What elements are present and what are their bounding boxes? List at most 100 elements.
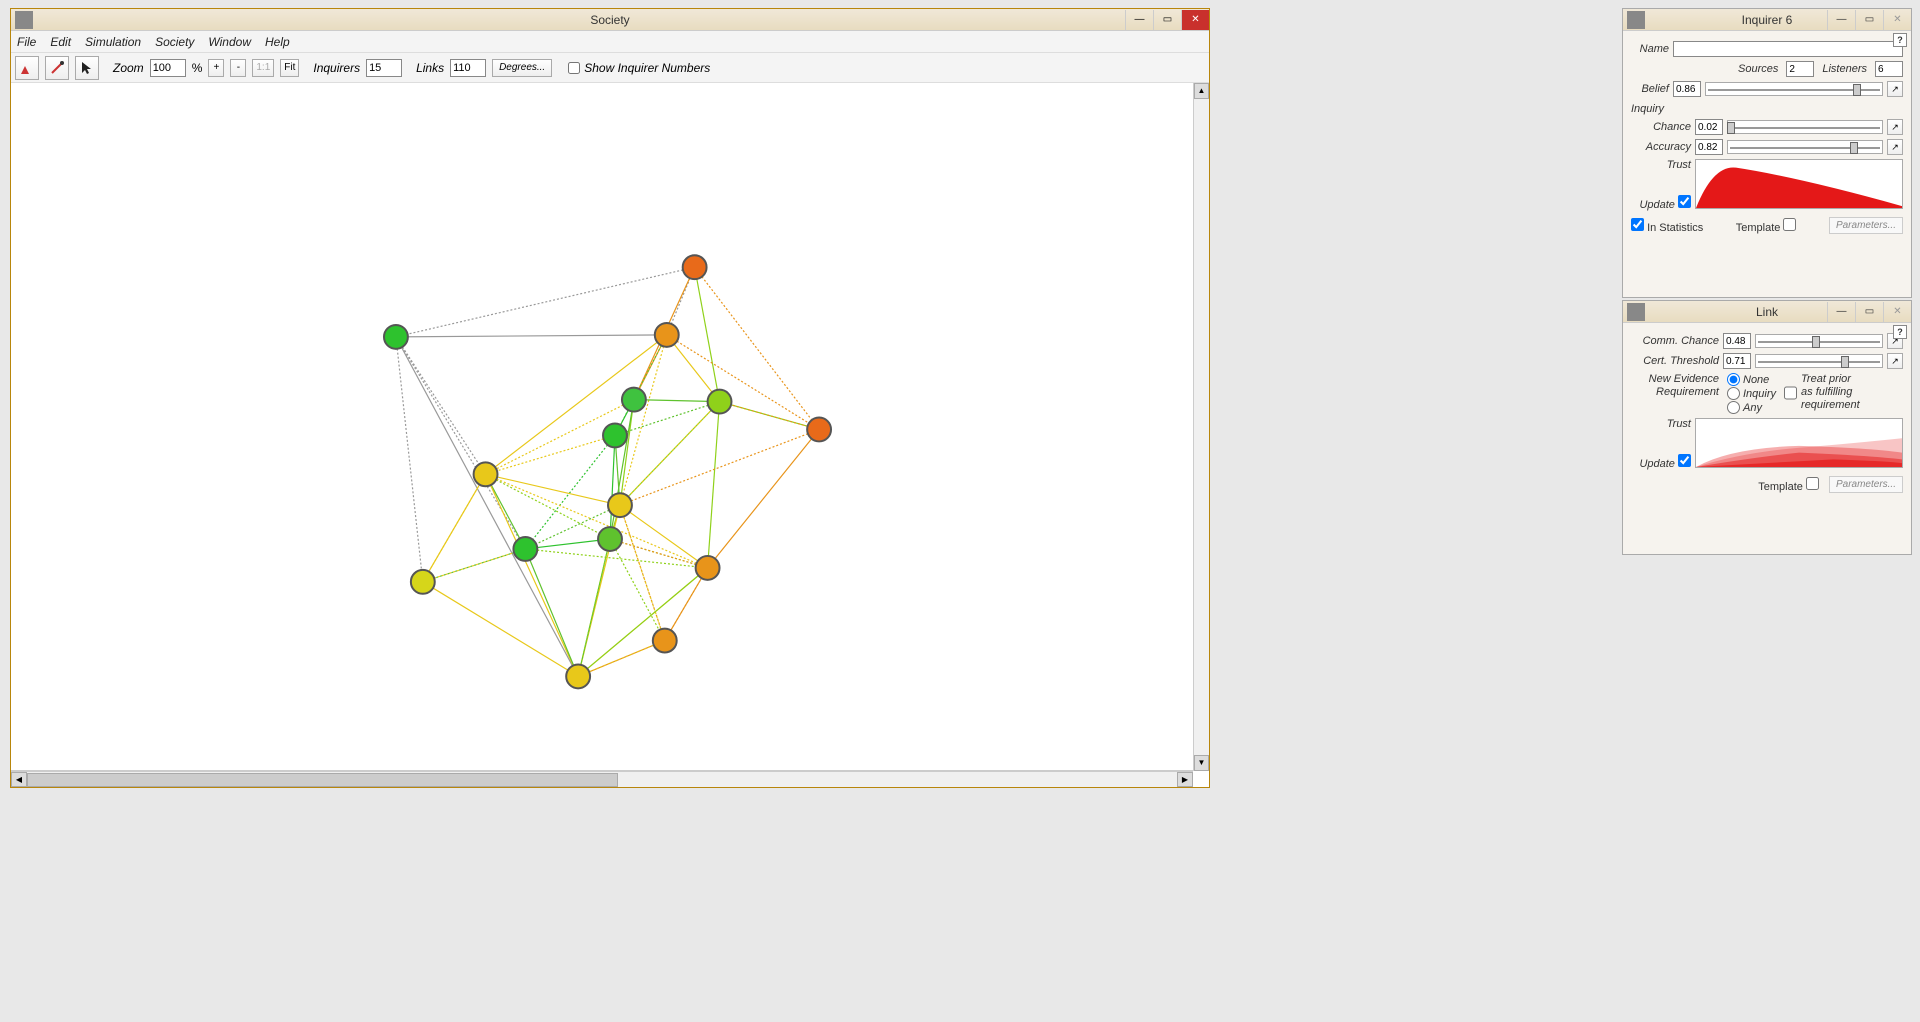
inquirer-node[interactable]	[708, 390, 732, 414]
chance-edit-button[interactable]: ↗	[1887, 119, 1903, 135]
inquirer-node[interactable]	[622, 388, 646, 412]
inquirer-node[interactable]	[384, 325, 408, 349]
minimize-button[interactable]: —	[1125, 10, 1153, 30]
tool-link-icon[interactable]	[45, 56, 69, 80]
links-input[interactable]	[450, 59, 486, 77]
degrees-button[interactable]: Degrees...	[492, 59, 552, 77]
chance-slider[interactable]	[1727, 120, 1883, 134]
edge[interactable]	[610, 539, 708, 568]
zoom-minus-button[interactable]: -	[230, 59, 246, 77]
accuracy-edit-button[interactable]: ↗	[1887, 139, 1903, 155]
show-numbers-input[interactable]	[568, 62, 580, 74]
edge[interactable]	[525, 549, 707, 568]
inquirer-node[interactable]	[683, 255, 707, 279]
edge[interactable]	[423, 474, 486, 582]
link-update-checkbox[interactable]	[1678, 454, 1691, 467]
req-any[interactable]: Any	[1727, 401, 1776, 414]
graph-canvas[interactable]	[11, 83, 1209, 770]
scroll-left-icon[interactable]: ◀	[11, 772, 27, 787]
scroll-down-icon[interactable]: ▼	[1194, 755, 1209, 771]
edge[interactable]	[486, 474, 579, 676]
inquirers-input[interactable]	[366, 59, 402, 77]
inquirer-node[interactable]	[598, 527, 622, 551]
link-params-button[interactable]: Parameters...	[1829, 476, 1903, 493]
req-none[interactable]: None	[1727, 373, 1776, 386]
link-help-button[interactable]: ?	[1893, 325, 1907, 339]
scroll-right-icon[interactable]: ▶	[1177, 772, 1193, 787]
name-input[interactable]	[1673, 41, 1903, 57]
zoom-oneone-button[interactable]: 1:1	[252, 59, 274, 77]
menu-window[interactable]: Window	[208, 35, 251, 49]
cert-edit-button[interactable]: ↗	[1887, 353, 1903, 369]
edge[interactable]	[610, 539, 665, 641]
edge[interactable]	[578, 568, 707, 677]
link-minimize-button[interactable]: —	[1827, 302, 1855, 322]
inquirer-node[interactable]	[474, 462, 498, 486]
edge[interactable]	[620, 335, 667, 505]
edge[interactable]	[396, 267, 695, 337]
menu-society[interactable]: Society	[155, 35, 194, 49]
cert-slider[interactable]	[1755, 354, 1883, 368]
inq-close-button[interactable]: ✕	[1883, 10, 1911, 30]
edge[interactable]	[396, 337, 578, 677]
listeners-input[interactable]	[1875, 61, 1903, 77]
accuracy-value[interactable]	[1695, 139, 1723, 155]
inquirer-titlebar[interactable]: Inquirer 6 — ▭ ✕	[1623, 9, 1911, 31]
inquirer-node[interactable]	[603, 424, 627, 448]
chance-value[interactable]	[1695, 119, 1723, 135]
edge[interactable]	[708, 402, 720, 568]
cert-value[interactable]	[1723, 353, 1751, 369]
sources-input[interactable]	[1786, 61, 1814, 77]
inquirer-node[interactable]	[807, 418, 831, 442]
edge[interactable]	[610, 539, 708, 568]
link-template-checkbox[interactable]: Template	[1758, 477, 1819, 493]
comm-slider[interactable]	[1755, 334, 1883, 348]
link-titlebar[interactable]: Link — ▭ ✕	[1623, 301, 1911, 323]
belief-slider[interactable]	[1705, 82, 1883, 96]
vertical-scrollbar[interactable]: ▲ ▼	[1193, 83, 1209, 771]
inquirer-node[interactable]	[608, 493, 632, 517]
show-numbers-checkbox[interactable]: Show Inquirer Numbers	[568, 61, 710, 75]
inquirer-node[interactable]	[513, 537, 537, 561]
instats-checkbox[interactable]: In Statistics	[1631, 218, 1703, 234]
hscroll-thumb[interactable]	[27, 773, 618, 787]
edge[interactable]	[620, 505, 665, 640]
menu-edit[interactable]: Edit	[50, 35, 71, 49]
inq-params-button[interactable]: Parameters...	[1829, 217, 1903, 234]
edge[interactable]	[708, 429, 820, 567]
tool-draw-icon[interactable]	[15, 56, 39, 80]
zoom-fit-button[interactable]: Fit	[280, 59, 299, 77]
update-checkbox[interactable]	[1678, 195, 1691, 208]
inquirer-node[interactable]	[411, 570, 435, 594]
society-titlebar[interactable]: Society — ▭ ✕	[11, 9, 1209, 31]
edge[interactable]	[396, 337, 486, 474]
menu-simulation[interactable]: Simulation	[85, 35, 141, 49]
edge[interactable]	[620, 400, 634, 506]
edge[interactable]	[396, 337, 423, 582]
inquirer-node[interactable]	[566, 664, 590, 688]
tool-pointer-icon[interactable]	[75, 56, 99, 80]
comm-value[interactable]	[1723, 333, 1751, 349]
menu-help[interactable]: Help	[265, 35, 290, 49]
scroll-up-icon[interactable]: ▲	[1194, 83, 1209, 99]
treat-prior-checkbox[interactable]: Treat prioras fulfillingrequirement	[1784, 373, 1860, 413]
belief-edit-button[interactable]: ↗	[1887, 81, 1903, 97]
belief-value[interactable]	[1673, 81, 1701, 97]
edge[interactable]	[396, 335, 667, 337]
accuracy-slider[interactable]	[1727, 140, 1883, 154]
zoom-plus-button[interactable]: +	[208, 59, 224, 77]
inq-template-checkbox[interactable]: Template	[1736, 218, 1797, 234]
edge[interactable]	[423, 582, 578, 677]
edge[interactable]	[667, 335, 819, 430]
inquirer-node[interactable]	[696, 556, 720, 580]
edge[interactable]	[486, 474, 620, 505]
req-inquiry[interactable]: Inquiry	[1727, 387, 1776, 400]
close-button[interactable]: ✕	[1181, 10, 1209, 30]
edge[interactable]	[486, 474, 610, 539]
horizontal-scrollbar[interactable]: ◀ ▶	[11, 771, 1193, 787]
edge[interactable]	[525, 549, 578, 676]
link-close-button[interactable]: ✕	[1883, 302, 1911, 322]
inquirer-node[interactable]	[655, 323, 679, 347]
inq-maximize-button[interactable]: ▭	[1855, 10, 1883, 30]
zoom-input[interactable]	[150, 59, 186, 77]
